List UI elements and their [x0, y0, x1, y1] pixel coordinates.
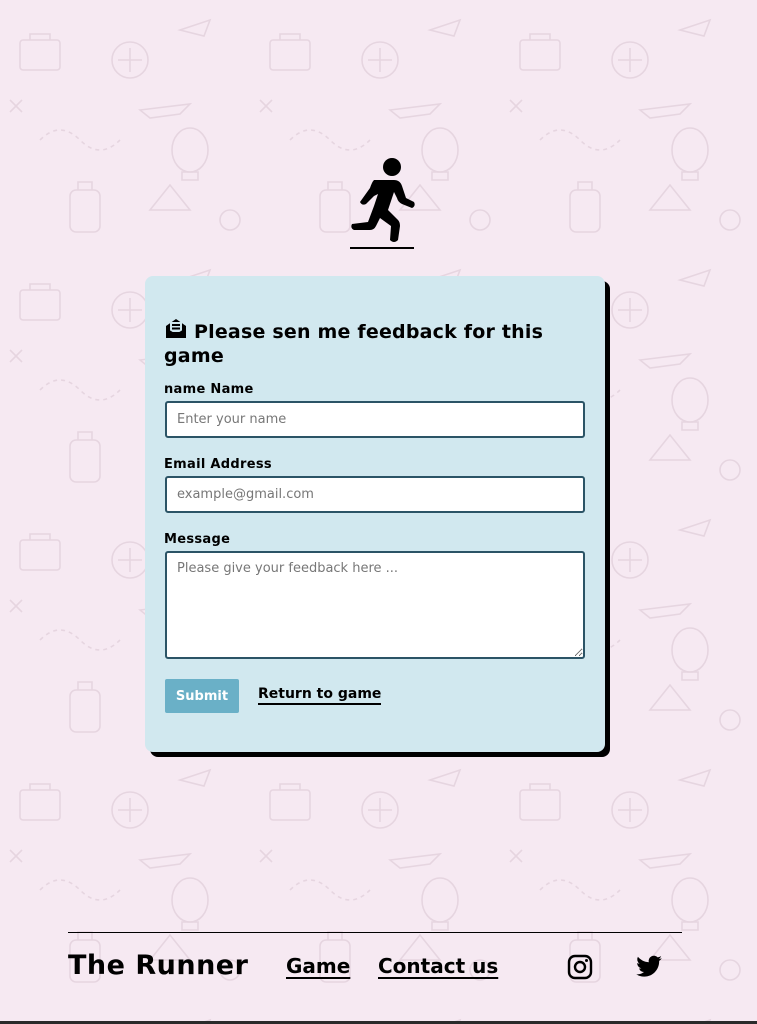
email-label: Email Address	[164, 457, 272, 472]
nav-link-contact-us[interactable]: Contact us	[378, 954, 498, 978]
twitter-icon[interactable]	[635, 953, 663, 981]
name-label: name Name	[164, 382, 254, 397]
email-input[interactable]	[165, 476, 585, 513]
nav-link-game[interactable]: Game	[286, 954, 350, 978]
message-textarea[interactable]	[165, 551, 585, 659]
footer-divider	[68, 932, 682, 933]
return-to-game-link[interactable]: Return to game	[258, 686, 382, 705]
envelope-open-icon	[164, 316, 188, 345]
running-person-icon	[351, 158, 415, 242]
form-title: Please sen me feedback for this game	[164, 316, 584, 367]
name-input[interactable]	[165, 401, 585, 438]
form-title-text: Please sen me feedback for this game	[164, 321, 544, 367]
footer-brand: The Runner	[68, 950, 249, 981]
app-logo	[348, 154, 416, 250]
submit-button[interactable]: Submit	[165, 679, 239, 713]
logo-underline	[350, 247, 414, 249]
feedback-card: Please sen me feedback for this game nam…	[145, 276, 605, 752]
message-label: Message	[164, 532, 231, 547]
instagram-icon[interactable]	[566, 953, 594, 981]
